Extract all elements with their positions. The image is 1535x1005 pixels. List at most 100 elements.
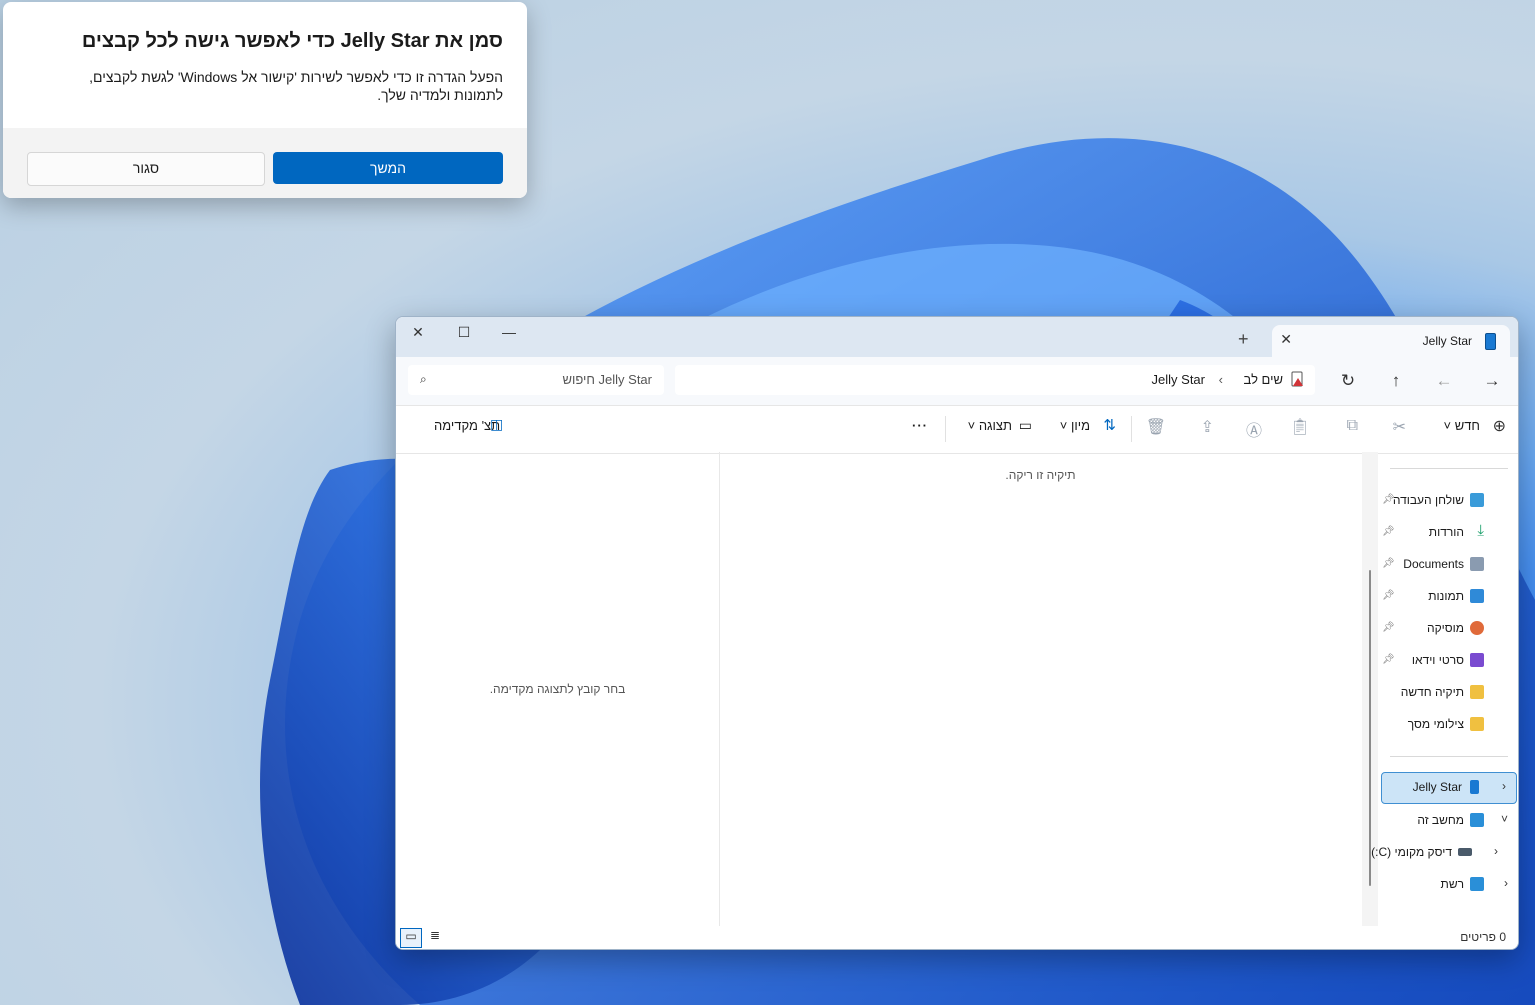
pin-icon: 📌︎ (1382, 526, 1395, 537)
address-bar[interactable]: שים לב › Jelly Star (675, 365, 1315, 395)
new-label: חדש (1454, 418, 1480, 433)
pin-icon: 📌︎ (1382, 654, 1395, 665)
continue-button[interactable]: המשך (273, 152, 503, 184)
more-options-icon[interactable]: ··· (912, 418, 928, 433)
back-icon[interactable]: → (1480, 369, 1504, 393)
dialog-body-line-1: הפעל הגדרה זו כדי לאפשר לשירות 'קישור אל… (89, 69, 503, 85)
address-row: → ← ↑ ↻ שים לב › Jelly Star חיפוש Jelly … (396, 357, 1518, 405)
preview-pane-icon[interactable]: ◫ (490, 416, 503, 433)
toolbar-separator (1131, 416, 1132, 442)
nav-item-music[interactable]: מוסיקה 📌︎ (1378, 614, 1518, 644)
search-input[interactable]: חיפוש Jelly Star (562, 372, 652, 387)
status-bar: 0 פריטים ▭ ≣ (396, 926, 1518, 949)
download-icon: ⤓ (1477, 522, 1484, 539)
scrollbar-thumb[interactable] (1369, 570, 1371, 886)
dialog-body-line-2: לתמונות ולמדיה שלך. (377, 87, 503, 103)
video-icon (1470, 653, 1484, 667)
nav-item-screenshots[interactable]: צילומי מסך (1378, 710, 1518, 740)
nav-item-desktop[interactable]: שולחן העבודה 📌︎ (1378, 486, 1518, 516)
view-icon[interactable]: ▭ (1019, 417, 1032, 434)
file-explorer-window: ✕ ☐ — + Jelly Star ✕ → ← ↑ ↻ שים לב › Je… (395, 316, 1519, 950)
nav-label: מוסיקה (1426, 621, 1464, 635)
chevron-down-icon[interactable]: ˅ (1501, 812, 1508, 826)
navigation-pane: שולחן העבודה 📌︎ ⤓ הורדות 📌︎ Documents 📌︎… (1371, 452, 1518, 926)
content-area: בחר קובץ לתצוגה מקדימה. תיקיה זו ריקה. ש… (396, 452, 1518, 926)
pin-icon: 📌︎ (1382, 494, 1395, 505)
rename-icon[interactable]: Ⓐ (1246, 417, 1262, 441)
nav-label: צילומי מסך (1407, 717, 1464, 731)
nav-item-network[interactable]: ‹ רשת (1378, 870, 1518, 900)
delete-icon[interactable]: 🗑︎ (1146, 417, 1166, 437)
new-button[interactable]: חדש ˅ (1444, 418, 1480, 433)
nav-label: רשת (1440, 877, 1464, 891)
sort-label: מיון (1070, 418, 1090, 433)
chevron-left-icon[interactable]: ‹ (1502, 779, 1506, 793)
sort-icon[interactable]: ⇅ (1103, 416, 1116, 434)
new-tab-icon[interactable]: + (1238, 329, 1249, 350)
share-icon[interactable]: ⇪ (1201, 417, 1214, 437)
nav-label: תיקיה חדשה (1400, 685, 1464, 699)
sort-button[interactable]: מיון ˅ (1060, 418, 1090, 433)
chevron-left-icon[interactable]: ‹ (1504, 876, 1508, 890)
desktop-icon (1470, 493, 1484, 507)
dialog-title: סמן את Jelly Star כדי לאפשר גישה לכל קבצ… (81, 30, 503, 52)
refresh-icon[interactable]: ↻ (1336, 369, 1360, 393)
nav-label: תמונות (1428, 589, 1464, 603)
item-count: 0 פריטים (1460, 930, 1506, 944)
nav-label: דיסק מקומי (C:) (1371, 845, 1452, 859)
nav-item-this-pc[interactable]: ˅ מחשב זה (1378, 806, 1518, 836)
pin-icon: 📌︎ (1382, 558, 1395, 569)
search-box[interactable]: חיפוש Jelly Star ⌕ (408, 365, 664, 395)
phone-icon (1485, 333, 1496, 350)
nav-item-downloads[interactable]: ⤓ הורדות 📌︎ (1378, 518, 1518, 548)
nav-item-jelly-star[interactable]: ‹ Jelly Star (1381, 772, 1517, 804)
close-button[interactable]: סגור (27, 152, 265, 186)
nav-item-local-disk[interactable]: ‹ דיסק מקומי (C:) (1371, 838, 1518, 868)
nav-label: הורדות (1428, 525, 1464, 539)
chevron-left-icon[interactable]: ‹ (1494, 844, 1498, 858)
nav-divider (1390, 468, 1508, 469)
pin-icon: 📌︎ (1382, 622, 1395, 633)
paste-icon[interactable]: 📋︎ (1290, 417, 1310, 437)
pin-icon: 📌︎ (1382, 590, 1395, 601)
nav-label: מחשב זה (1417, 813, 1464, 827)
warning-device-icon (1291, 371, 1305, 390)
minimize-icon[interactable]: — (489, 321, 529, 343)
view-button[interactable]: תצוגה ˅ (968, 418, 1012, 433)
dialog-body: הפעל הגדרה זו כדי לאפשר לשירות 'קישור אל… (63, 68, 503, 104)
up-icon[interactable]: ↑ (1384, 369, 1408, 393)
access-permission-dialog: סמן את Jelly Star כדי לאפשר גישה לכל קבצ… (3, 2, 527, 198)
tiles-view-icon[interactable]: ▭ (400, 928, 422, 948)
nav-item-documents[interactable]: Documents 📌︎ (1378, 550, 1518, 580)
forward-icon[interactable]: ← (1432, 369, 1456, 393)
nav-label: Jelly Star (1412, 780, 1462, 794)
folder-icon (1470, 717, 1484, 731)
maximize-icon[interactable]: ☐ (444, 321, 484, 343)
nav-label: Documents (1403, 557, 1464, 571)
copy-icon[interactable]: ⧉ (1347, 417, 1358, 435)
document-icon (1470, 557, 1484, 571)
new-plus-icon[interactable]: ⊕ (1493, 416, 1506, 436)
details-view-icon[interactable]: ≣ (425, 928, 445, 946)
close-window-icon[interactable]: ✕ (398, 321, 438, 343)
search-icon: ⌕ (420, 372, 427, 386)
nav-item-pictures[interactable]: תמונות 📌︎ (1378, 582, 1518, 612)
preview-pane: בחר קובץ לתצוגה מקדימה. (396, 452, 720, 926)
drive-icon (1458, 848, 1472, 856)
empty-folder-message: תיקיה זו ריקה. (1005, 468, 1076, 482)
view-label: תצוגה (978, 418, 1012, 433)
nav-divider (1390, 756, 1508, 757)
folder-icon (1470, 685, 1484, 699)
pictures-icon (1470, 589, 1484, 603)
cut-icon[interactable]: ✂ (1393, 417, 1406, 437)
tab-close-icon[interactable]: ✕ (1280, 331, 1292, 348)
nav-item-new-folder[interactable]: תיקיה חדשה (1378, 678, 1518, 708)
nav-label: סרטי וידאו (1411, 653, 1464, 667)
breadcrumb-second[interactable]: Jelly Star (1152, 372, 1205, 387)
breadcrumb-separator[interactable]: › (1219, 372, 1223, 387)
tab-jelly-star[interactable]: Jelly Star ✕ (1272, 325, 1510, 357)
nav-item-videos[interactable]: סרטי וידאו 📌︎ (1378, 646, 1518, 676)
command-bar: ⊕ חדש ˅ ✂ ⧉ 📋︎ Ⓐ ⇪ 🗑︎ ⇅ מיון ˅ ▭ תצוגה ˅… (396, 405, 1518, 454)
preview-message: בחר קובץ לתצוגה מקדימה. (489, 682, 626, 696)
breadcrumb-first[interactable]: שים לב (1244, 372, 1283, 387)
